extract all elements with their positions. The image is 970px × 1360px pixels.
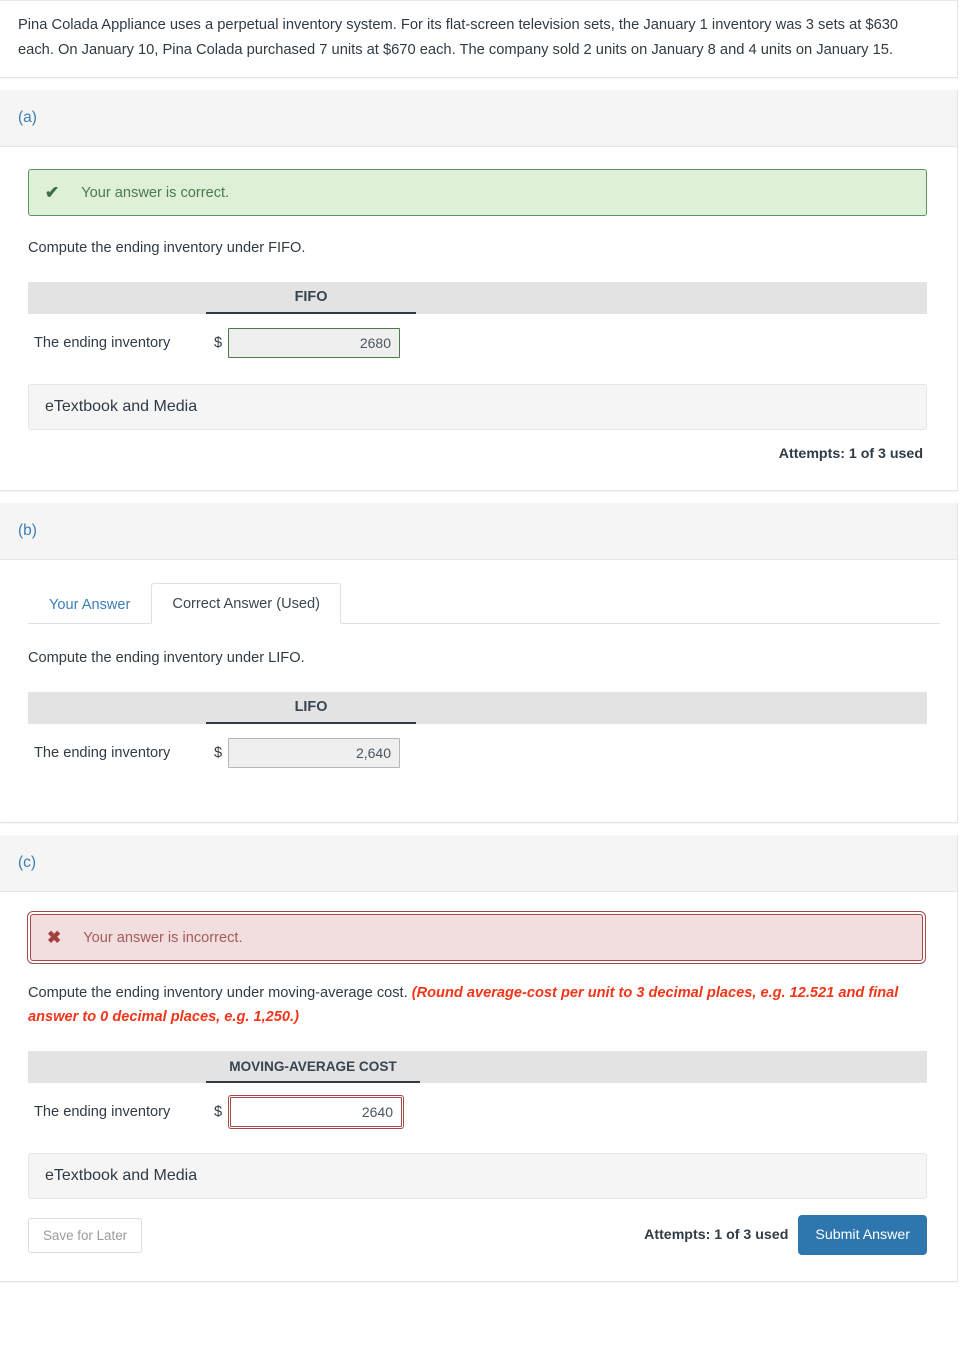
part-b-card: (b) Your Answer Correct Answer (Used) Co… (0, 503, 958, 823)
table-row: The ending inventory $ (28, 724, 927, 768)
fifo-answer-table: FIFO The ending inventory $ (28, 282, 927, 358)
lifo-answer-input[interactable] (228, 738, 400, 768)
currency-symbol: $ (213, 745, 223, 761)
table-header-row: FIFO (28, 282, 927, 314)
table-header-blank (28, 692, 206, 724)
currency-symbol: $ (213, 335, 223, 351)
prompt-text: Compute the ending inventory under LIFO. (28, 650, 305, 666)
part-c-label: (c) (18, 854, 37, 871)
footer-right-group: Attempts: 1 of 3 used Submit Answer (644, 1215, 927, 1255)
save-for-later-button[interactable]: Save for Later (28, 1217, 143, 1253)
submit-answer-button[interactable]: Submit Answer (798, 1215, 927, 1255)
lifo-answer-table: LIFO The ending inventory $ (28, 692, 927, 768)
part-a-header: (a) (0, 90, 957, 147)
part-b-label: (b) (18, 522, 37, 539)
table-header-blank (28, 282, 206, 314)
part-c-footer: Save for Later Attempts: 1 of 3 used Sub… (28, 1199, 927, 1271)
part-a-label: (a) (18, 109, 37, 126)
part-b-header: (b) (0, 503, 957, 560)
row-label: The ending inventory (34, 745, 171, 761)
alert-message: Your answer is correct. (81, 184, 230, 201)
attempts-row-a: Attempts: 1 of 3 used (28, 430, 927, 480)
fifo-answer-input[interactable] (228, 328, 400, 358)
attempts-counter: Attempts: 1 of 3 used (778, 446, 923, 462)
table-column-header: FIFO (206, 282, 416, 314)
cross-icon: ✖ (47, 928, 62, 947)
part-a-prompt: Compute the ending inventory under FIFO. (28, 236, 918, 260)
checkmark-icon: ✔ (45, 183, 60, 202)
prompt-text: Compute the ending inventory under movin… (28, 985, 408, 1001)
part-a-body: ✔ Your answer is correct. Compute the en… (0, 147, 957, 490)
tab-correct-answer[interactable]: Correct Answer (Used) (151, 583, 342, 624)
table-column-header: MOVING-AVERAGE COST (206, 1051, 420, 1083)
table-row: The ending inventory $ (28, 1083, 927, 1129)
part-c-prompt: Compute the ending inventory under movin… (28, 981, 918, 1029)
table-header-row: LIFO (28, 692, 927, 724)
alert-message: Your answer is incorrect. (83, 929, 243, 946)
table-row: The ending inventory $ (28, 314, 927, 358)
part-b-body: Your Answer Correct Answer (Used) Comput… (0, 560, 957, 822)
moving-average-answer-input[interactable] (228, 1095, 404, 1129)
attempts-counter: Attempts: 1 of 3 used (644, 1227, 789, 1243)
prompt-text: Compute the ending inventory under FIFO. (28, 240, 306, 256)
row-label: The ending inventory (34, 1104, 171, 1120)
moving-average-answer-table: MOVING-AVERAGE COST The ending inventory… (28, 1051, 927, 1129)
table-header-blank (28, 1051, 206, 1083)
etextbook-and-media-a[interactable]: eTextbook and Media (28, 384, 927, 430)
etextbook-and-media-c[interactable]: eTextbook and Media (28, 1153, 927, 1199)
question-card: Pina Colada Appliance uses a perpetual i… (0, 0, 958, 78)
tab-your-answer[interactable]: Your Answer (28, 584, 151, 624)
table-header-row: MOVING-AVERAGE COST (28, 1051, 927, 1083)
answer-incorrect-alert: ✖ Your answer is incorrect. (27, 911, 926, 964)
currency-symbol: $ (213, 1104, 223, 1120)
assignment-page: Pina Colada Appliance uses a perpetual i… (0, 0, 970, 1360)
part-c-header: (c) (0, 835, 957, 892)
part-c-body: ✖ Your answer is incorrect. Compute the … (0, 892, 957, 1281)
part-c-card: (c) ✖ Your answer is incorrect. Compute … (0, 835, 958, 1282)
question-text: Pina Colada Appliance uses a perpetual i… (18, 17, 899, 58)
part-a-card: (a) ✔ Your answer is correct. Compute th… (0, 90, 958, 491)
part-b-prompt: Compute the ending inventory under LIFO. (28, 646, 918, 670)
row-label: The ending inventory (34, 335, 171, 351)
answer-tabs: Your Answer Correct Answer (Used) (28, 582, 940, 624)
answer-correct-alert: ✔ Your answer is correct. (28, 169, 927, 216)
table-column-header: LIFO (206, 692, 416, 724)
